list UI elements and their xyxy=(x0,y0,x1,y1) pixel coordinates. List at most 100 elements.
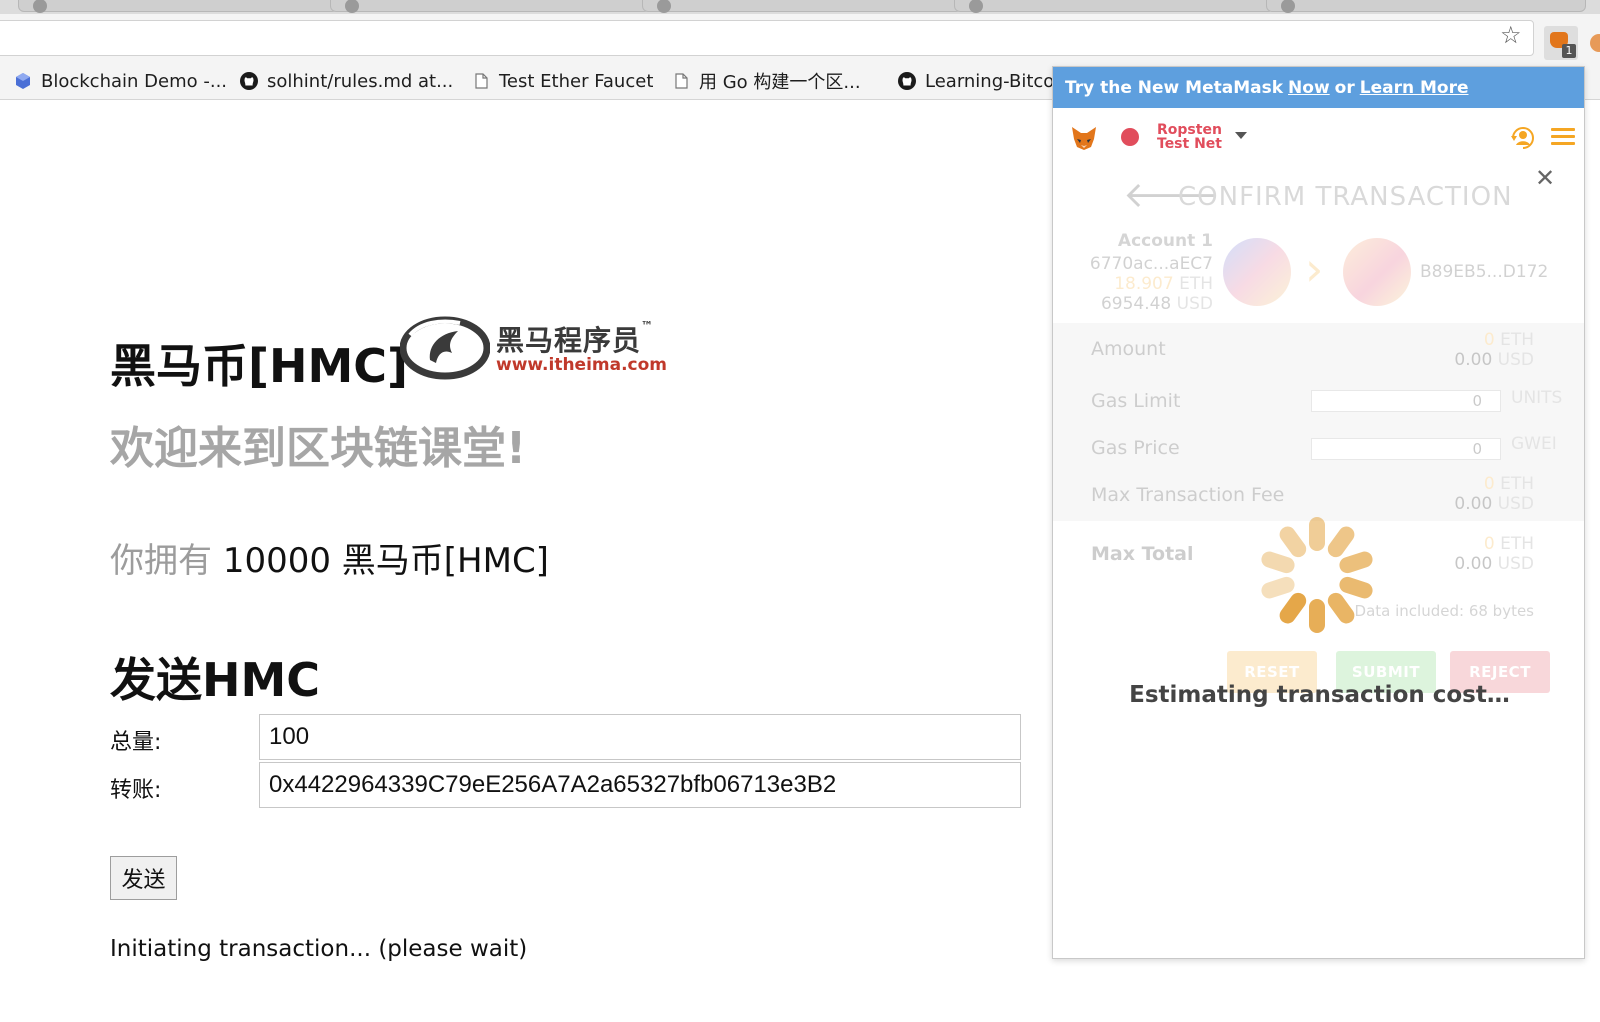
from-eth-unit: ETH xyxy=(1179,274,1213,294)
network-name-line1: Ropsten xyxy=(1157,122,1222,138)
address-bar[interactable] xyxy=(0,20,1534,56)
max-fee-usd-unit: USD xyxy=(1497,494,1534,514)
itheima-logo: 黑马程序员™ www.itheima.com xyxy=(400,315,705,383)
gas-price-unit: GWEI xyxy=(1511,434,1557,454)
network-status-dot xyxy=(1121,128,1139,146)
from-account-address: 6770ac...aEC7 xyxy=(1089,254,1213,274)
max-total-label: Max Total xyxy=(1091,543,1194,565)
browser-tab[interactable] xyxy=(1266,0,1586,13)
max-total-usd: 0.00 xyxy=(1454,554,1493,574)
loading-spinner-icon xyxy=(1261,517,1373,633)
balance-value: 10000 黑马币[HMC] xyxy=(222,541,549,581)
hamburger-menu-icon[interactable] xyxy=(1551,128,1575,146)
browser-tab[interactable] xyxy=(18,0,338,13)
close-icon[interactable]: ✕ xyxy=(1535,164,1555,192)
banner-now-link[interactable]: Now xyxy=(1288,78,1330,98)
recipient-label: 转账: xyxy=(110,778,162,803)
from-account-avatar xyxy=(1223,238,1291,306)
metamask-extension-button[interactable]: 1 xyxy=(1544,26,1578,60)
bookmark-label: 用 Go 构建一个区... xyxy=(699,72,861,93)
network-name-line2: Test Net xyxy=(1157,136,1222,152)
metamask-header: Ropsten Test Net xyxy=(1053,108,1584,166)
extension-icon[interactable] xyxy=(1590,34,1600,52)
bookmark-label: Test Ether Faucet xyxy=(499,70,654,92)
max-total-value: 0 ETH 0.00 USD xyxy=(1454,534,1534,574)
cube-icon xyxy=(14,72,32,90)
gas-price-input[interactable]: 0 xyxy=(1311,438,1501,460)
from-eth-amount: 18.907 xyxy=(1114,274,1174,294)
max-fee-eth: 0 xyxy=(1483,474,1495,494)
metamask-fox-icon xyxy=(1072,127,1096,150)
balance-line: 你拥有 10000 黑马币[HMC] xyxy=(110,533,549,582)
banner-text: Try the New MetaMask xyxy=(1065,77,1284,98)
bookmark-label: Blockchain Demo -... xyxy=(41,70,228,92)
welcome-subtitle: 欢迎来到区块链课堂! xyxy=(110,423,527,474)
browser-tab[interactable] xyxy=(954,0,1274,13)
extension-badge: 1 xyxy=(1562,44,1576,58)
bookmark-label: solhint/rules.md at... xyxy=(267,70,454,92)
spinner-petal xyxy=(1309,517,1325,551)
metamask-popup: Try the New MetaMask Now or Learn More R… xyxy=(1052,66,1585,959)
spinner-petal xyxy=(1339,551,1373,574)
from-account-name: Account 1 xyxy=(1117,231,1213,251)
tab-strip xyxy=(0,0,1600,14)
tab-favicon-icon xyxy=(969,0,983,13)
chevron-right-icon: › xyxy=(1305,242,1324,296)
to-account-address: B89EB5...D172 xyxy=(1420,262,1549,282)
from-account-eth: 18.907 ETH xyxy=(1073,274,1213,294)
spinner-petal xyxy=(1279,592,1307,624)
max-total-eth: 0 xyxy=(1483,534,1495,554)
bookmark-go-blockchain[interactable]: 用 Go 构建一个区... xyxy=(672,62,861,100)
banner-or: or xyxy=(1334,77,1355,98)
amount-input[interactable] xyxy=(259,714,1021,760)
gas-price-label: Gas Price xyxy=(1091,437,1180,459)
gas-limit-input[interactable]: 0 xyxy=(1311,390,1501,412)
confirm-transaction-title: CONFIRM TRANSACTION xyxy=(1178,182,1513,212)
amount-usd-unit: USD xyxy=(1497,350,1534,370)
gas-limit-label: Gas Limit xyxy=(1091,390,1181,412)
network-selector[interactable]: Ropsten Test Net xyxy=(1157,123,1222,151)
max-fee-label: Max Transaction Fee xyxy=(1091,484,1285,506)
horse-logo-icon xyxy=(400,316,490,380)
max-fee-eth-unit: ETH xyxy=(1500,474,1534,494)
max-total-eth-unit: ETH xyxy=(1500,534,1534,554)
max-fee-value: 0 ETH 0.00 USD xyxy=(1454,474,1534,514)
chevron-down-icon[interactable] xyxy=(1235,132,1247,139)
spinner-petal xyxy=(1261,551,1295,574)
bookmark-star-icon[interactable]: ☆ xyxy=(1500,23,1522,47)
amount-usd: 0.00 xyxy=(1454,350,1493,370)
data-included-text: Data included: 68 bytes xyxy=(1354,602,1534,620)
gas-limit-unit: UNITS xyxy=(1511,388,1563,408)
browser-tab[interactable] xyxy=(642,0,962,13)
spinner-petal xyxy=(1261,576,1295,599)
browser-tab[interactable] xyxy=(330,0,650,13)
logo-url: www.itheima.com xyxy=(496,355,668,375)
github-icon xyxy=(898,72,916,90)
browser-toolbar: ☆ 1 xyxy=(0,14,1600,62)
spinner-petal xyxy=(1327,526,1355,558)
banner-learn-more-link[interactable]: Learn More xyxy=(1360,78,1469,98)
bookmark-test-ether-faucet[interactable]: Test Ether Faucet xyxy=(472,62,653,100)
tab-favicon-icon xyxy=(1281,0,1295,13)
max-fee-usd: 0.00 xyxy=(1454,494,1493,514)
logo-tm: ™ xyxy=(641,319,655,333)
from-usd-amount: 6954.48 xyxy=(1100,294,1172,314)
recipient-address-input[interactable] xyxy=(259,762,1021,808)
bookmark-learning-bitcoin[interactable]: Learning-Bitco xyxy=(898,62,1054,100)
spinner-petal xyxy=(1279,526,1307,558)
account-switch-icon[interactable] xyxy=(1509,124,1537,152)
amount-eth: 0 xyxy=(1483,330,1495,350)
tab-favicon-icon xyxy=(33,0,47,13)
page-title: 黑马币[HMC] xyxy=(110,339,409,393)
bookmark-solhint[interactable]: solhint/rules.md at... xyxy=(240,62,453,100)
amount-row-label: Amount xyxy=(1091,338,1166,360)
send-button[interactable]: 发送 xyxy=(110,856,177,900)
tab-favicon-icon xyxy=(657,0,671,13)
github-icon xyxy=(240,72,258,90)
max-total-usd-unit: USD xyxy=(1497,554,1534,574)
spinner-petal xyxy=(1339,576,1373,599)
logo-brand-text: 黑马程序员 xyxy=(496,324,642,357)
tab-favicon-icon xyxy=(345,0,359,13)
balance-label: 你拥有 xyxy=(110,541,212,581)
bookmark-blockchain-demo[interactable]: Blockchain Demo -... xyxy=(14,62,227,100)
